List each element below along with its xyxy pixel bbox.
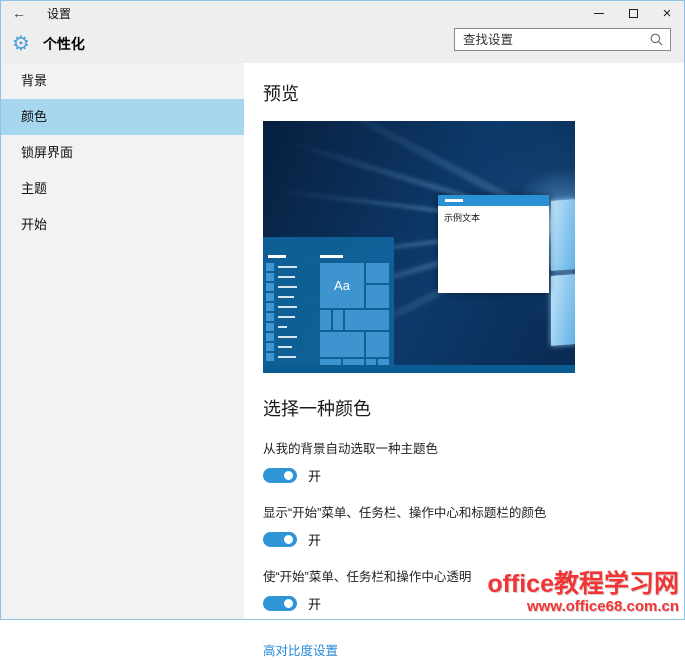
start-menu-item-icon — [266, 313, 274, 321]
start-menu-item-label — [278, 346, 292, 348]
setting-show-color: 显示“开始”菜单、任务栏、操作中心和标题栏的颜色 开 — [263, 502, 684, 549]
minimize-button[interactable] — [582, 1, 616, 25]
window-title: 设置 — [47, 6, 72, 21]
start-menu-item-label — [278, 266, 297, 268]
close-button[interactable]: × — [650, 1, 684, 25]
start-menu-item-icon — [266, 303, 274, 311]
taskbar-mock — [263, 365, 575, 373]
search-box[interactable] — [454, 28, 671, 51]
header: ⚙ 个性化 — [1, 25, 684, 63]
start-menu-item-icon — [266, 343, 274, 351]
start-tile — [333, 310, 343, 330]
toggle-state-label: 开 — [308, 597, 322, 612]
toggle-state-label: 开 — [308, 469, 322, 484]
start-menu-item-label — [278, 316, 295, 318]
setting-auto-accent: 从我的背景自动选取一种主题色 开 — [263, 438, 684, 485]
start-menu-item-label — [278, 306, 297, 308]
toggle-knob — [284, 471, 293, 480]
start-menu-item-label — [278, 356, 296, 358]
desktop-preview-image: 示例文本 Aa — [263, 121, 575, 373]
start-menu-item-label — [278, 276, 295, 278]
toggle-knob — [284, 535, 293, 544]
toggle-state-label: 开 — [308, 533, 322, 548]
tiles-header-placeholder — [320, 255, 343, 258]
sidebar: 背景 颜色 锁屏界面 主题 开始 — [1, 63, 244, 619]
choose-color-heading: 选择一种颜色 — [263, 399, 371, 419]
start-menu-mock: Aa — [263, 237, 394, 365]
start-tile-large: Aa — [320, 263, 364, 308]
start-menu-header-placeholder — [268, 255, 286, 258]
start-menu-item-icon — [266, 333, 274, 341]
maximize-icon — [628, 8, 638, 18]
start-menu-item-label — [278, 296, 294, 298]
app-body: 背景 颜色 锁屏界面 主题 开始 预览 示例文本 Aa 选择一种颜色 从我的背景… — [1, 63, 684, 658]
high-contrast-settings-link[interactable]: 高对比度设置 — [263, 640, 338, 659]
sample-window-titlebar — [438, 195, 549, 206]
sidebar-item-themes[interactable]: 主题 — [1, 171, 244, 207]
page-title: 个性化 — [42, 36, 85, 52]
toggle-knob — [284, 599, 293, 608]
start-menu-item-label — [278, 336, 297, 338]
titlebar: ← 设置 × — [1, 1, 684, 25]
show-color-toggle[interactable] — [263, 532, 297, 547]
start-menu-item-icon — [266, 283, 274, 291]
close-icon: × — [662, 4, 672, 22]
sidebar-item-start[interactable]: 开始 — [1, 207, 244, 243]
window-controls: × — [582, 1, 684, 25]
start-tile — [320, 310, 331, 330]
sample-window-text: 示例文本 — [444, 213, 481, 223]
start-menu-item-label — [278, 326, 287, 328]
sidebar-item-background[interactable]: 背景 — [1, 63, 244, 99]
transparency-toggle[interactable] — [263, 596, 297, 611]
start-menu-item-icon — [266, 293, 274, 301]
search-icon — [650, 33, 663, 46]
start-tile — [366, 332, 389, 357]
setting-label: 使“开始”菜单、任务栏和操作中心透明 — [263, 570, 472, 584]
start-menu-item-icon — [266, 273, 274, 281]
start-menu-item-icon — [266, 263, 274, 271]
start-menu-item-label — [278, 286, 297, 288]
start-menu-item-icon — [266, 353, 274, 361]
gear-icon: ⚙ — [12, 33, 30, 55]
sidebar-item-colors[interactable]: 颜色 — [1, 99, 244, 135]
preview-heading: 预览 — [263, 84, 299, 104]
sidebar-item-lockscreen[interactable]: 锁屏界面 — [1, 135, 244, 171]
main-content: 预览 示例文本 Aa 选择一种颜色 从我的背景自动选取一种主题色 开 显示“开始… — [244, 63, 684, 658]
auto-accent-toggle[interactable] — [263, 468, 297, 483]
sample-window: 示例文本 — [438, 195, 549, 293]
setting-label: 显示“开始”菜单、任务栏、操作中心和标题栏的颜色 — [263, 506, 547, 520]
windows-logo-pane — [551, 274, 575, 346]
search-input[interactable] — [455, 32, 650, 47]
sample-window-title-placeholder — [445, 199, 463, 202]
start-tile — [366, 285, 389, 308]
settings-window: ← 设置 × ⚙ 个性化 背景 颜色 锁屏界面 主题 开始 — [0, 0, 685, 658]
back-icon[interactable]: ← — [12, 6, 26, 20]
setting-transparency: 使“开始”菜单、任务栏和操作中心透明 开 — [263, 566, 684, 613]
windows-logo-pane — [551, 199, 575, 271]
maximize-button[interactable] — [616, 1, 650, 25]
start-tile — [366, 263, 389, 283]
setting-label: 从我的背景自动选取一种主题色 — [263, 442, 439, 456]
start-tile — [320, 332, 364, 357]
start-menu-item-icon — [266, 323, 274, 331]
start-tile — [345, 310, 389, 330]
minimize-icon — [594, 12, 604, 14]
